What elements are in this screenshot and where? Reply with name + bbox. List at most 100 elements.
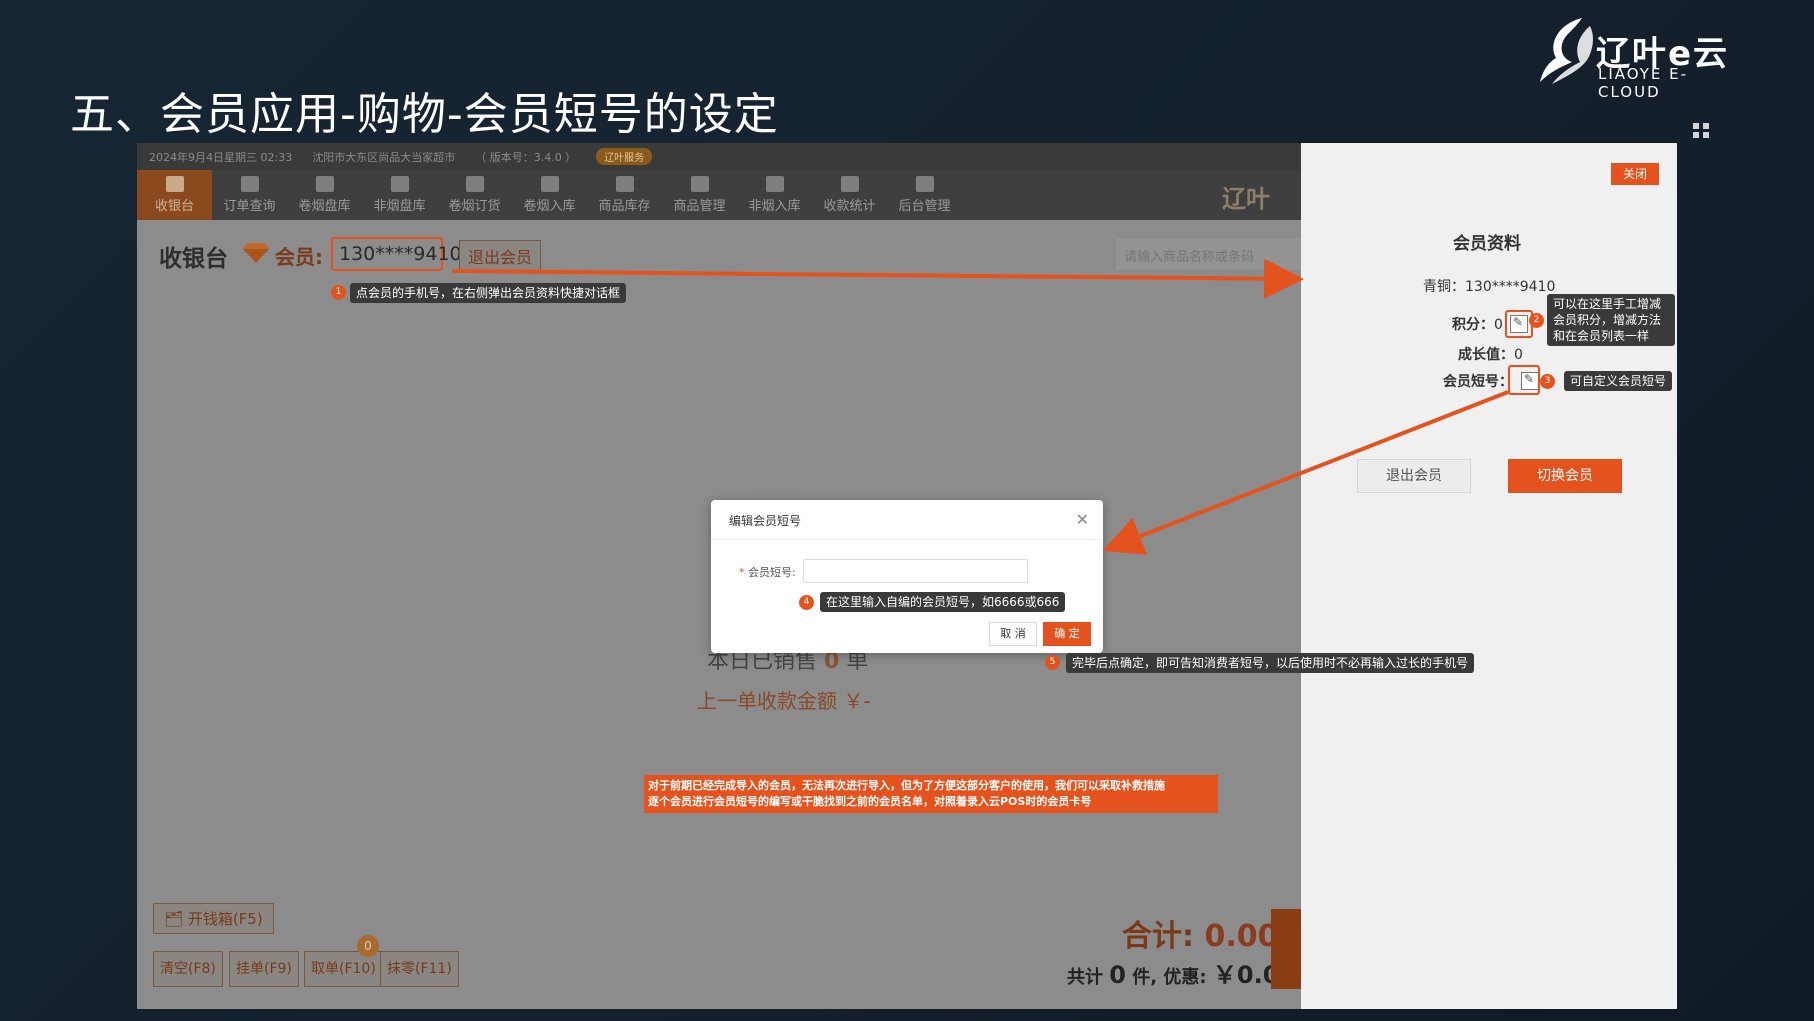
points-value: 0	[1494, 317, 1503, 333]
clear-button[interactable]: 清空(F8)	[153, 951, 223, 987]
main-nav: 收银台 订单查询 卷烟盘库 非烟盘库 卷烟订货 卷烟入库 商品库存 商品管理 非烟入库 收款统计 后…	[137, 170, 1301, 220]
remedy-note: 对于前期已经完成导入的会员，无法再次进行导入，但为了方便这部分客户的使用，我们可…	[644, 775, 1218, 813]
pie-icon	[840, 176, 859, 192]
nav-item-5[interactable]: 卷烟入库	[512, 170, 587, 220]
status-version: （ 版本号：3.4.0 ）	[475, 150, 577, 164]
home-icon	[540, 176, 559, 192]
checkout-button[interactable]	[1271, 909, 1301, 989]
remedy-note-line-1: 对于前期已经完成导入的会员，无法再次进行导入，但为了方便这部分客户的使用，我们可…	[648, 779, 1165, 792]
annotation-number-2: 2	[1529, 313, 1544, 328]
total-amount: 合计: 0.00	[1122, 911, 1278, 955]
dialog-close-icon[interactable]: ✕	[1076, 510, 1089, 529]
house-icon	[765, 176, 784, 192]
hold-order-button[interactable]: 挂单(F9)	[229, 951, 299, 987]
total-value: 0.00	[1204, 919, 1279, 954]
slide-title: 五、会员应用-购物-会员短号的设定	[70, 89, 779, 140]
short-number-input[interactable]	[803, 559, 1028, 583]
nav-item-label: 非烟入库	[748, 199, 801, 214]
logout-member-button[interactable]: 退出会员	[459, 240, 542, 272]
leaf-logo-icon	[1540, 18, 1593, 84]
edit-icon	[465, 176, 484, 192]
highlight-short-number-edit	[1508, 365, 1540, 395]
store-icon	[390, 176, 409, 192]
round-off-button[interactable]: 抹零(F11)	[380, 951, 459, 987]
nav-item-label: 收银台	[154, 199, 194, 214]
dialog-title: 编辑会员短号	[711, 500, 1103, 540]
nav-item-label: 商品管理	[673, 199, 726, 214]
edit-short-number-dialog: 编辑会员短号 ✕ * 会员短号: 取 消 确 定	[711, 500, 1103, 653]
annotation-tip-5: 完毕后点确定，即可告知消费者短号，以后使用时不必再输入过长的手机号	[1066, 653, 1475, 673]
nav-item-3[interactable]: 非烟盘库	[362, 170, 437, 220]
pending-count-badge: 0	[357, 935, 379, 957]
status-store: 沈阳市大东区尚品大当家超市	[312, 150, 456, 164]
open-cash-drawer-button[interactable]: 🗂 开钱箱(F5)	[153, 903, 274, 934]
brand-name-en: LIAOYE E-CLOUD	[1598, 65, 1689, 101]
count-value: 0	[1109, 961, 1126, 989]
short-number-field-label: * 会员短号:	[739, 564, 796, 580]
status-datetime: 2024年9月4日星期三 02:33	[149, 150, 293, 164]
growth-value: 0	[1514, 347, 1523, 363]
count-prefix: 共计	[1067, 967, 1103, 988]
cashier-icon	[165, 176, 184, 192]
box-icon	[315, 176, 334, 192]
product-search-input[interactable]: 请输入商品名称或条码	[1115, 237, 1301, 271]
switch-member-button[interactable]: 切换会员	[1508, 459, 1622, 493]
nav-logo: 辽叶	[1222, 185, 1270, 213]
drawer-close-button[interactable]: 关闭	[1611, 163, 1659, 185]
annotation-tip-2: 可以在这里手工增减会员积分，增减方法和在会员列表一样	[1547, 294, 1675, 346]
nav-item-label: 收款统计	[823, 199, 876, 214]
short-number-row: 会员短号：	[1443, 371, 1513, 391]
bag-icon	[690, 176, 709, 192]
nav-item-label: 订单查询	[223, 199, 276, 214]
status-badge[interactable]: 辽叶服务	[596, 148, 653, 165]
annotation-tip-4: 在这里输入自编的会员短号，如6666或666	[820, 592, 1066, 612]
nav-item-8[interactable]: 非烟入库	[737, 170, 812, 220]
nav-item-4[interactable]: 卷烟订货	[437, 170, 512, 220]
required-mark: *	[739, 566, 745, 579]
member-phone-link[interactable]: 130****9410	[331, 237, 462, 271]
nav-item-1[interactable]: 订单查询	[212, 170, 287, 220]
last-order-amount: 上一单收款金额 ￥-	[697, 689, 871, 713]
highlight-points-edit	[1505, 310, 1533, 338]
nav-item-label: 卷烟盘库	[298, 199, 351, 214]
dialog-cancel-button[interactable]: 取 消	[989, 622, 1037, 646]
nav-item-label: 商品库存	[598, 199, 651, 214]
member-level-line: 青铜：130****9410	[1423, 279, 1556, 295]
annotation-number-1: 1	[331, 285, 346, 300]
order-icon	[240, 176, 259, 192]
grid-icon	[1693, 123, 1711, 139]
annotation-number-5: 5	[1045, 655, 1060, 670]
brand-logo: 辽叶e云 LIAOYE E-CLOUD	[1538, 14, 1738, 101]
annotation-tip-3: 可自定义会员短号	[1564, 371, 1673, 391]
annotation-number-3: 3	[1540, 374, 1555, 389]
nav-item-9[interactable]: 收款统计	[812, 170, 887, 220]
drawer-title: 会员资料	[1453, 234, 1521, 254]
nav-item-6[interactable]: 商品库存	[587, 170, 662, 220]
total-summary: 共计 0 件, 优惠: ￥0.00	[1067, 955, 1296, 990]
drawer-logout-button[interactable]: 退出会员	[1357, 459, 1471, 493]
diamond-icon	[243, 243, 269, 263]
nav-item-label: 后台管理	[898, 199, 951, 214]
growth-label: 成长值：	[1458, 347, 1514, 363]
growth-row: 成长值：0	[1458, 344, 1523, 364]
remedy-note-line-2: 逐个会员进行会员短号的编写或干脆找到之前的会员名单，对照着录入云POS时的会员卡…	[648, 795, 1092, 808]
count-unit: 件,	[1132, 967, 1158, 988]
points-row: 积分：0	[1452, 314, 1503, 334]
field-label-text: 会员短号:	[748, 566, 796, 579]
dialog-confirm-button[interactable]: 确 定	[1043, 622, 1091, 646]
nav-item-2[interactable]: 卷烟盘库	[287, 170, 362, 220]
status-bar: 2024年9月4日星期三 02:33 沈阳市大东区尚品大当家超市 （ 版本号：3…	[137, 143, 1301, 170]
member-label: 会员:	[275, 245, 323, 269]
annotation-tip-1: 点会员的手机号，在右侧弹出会员资料快捷对话框	[350, 283, 627, 303]
gear-icon	[915, 176, 934, 192]
page-title: 收银台	[159, 246, 228, 272]
nav-item-label: 卷烟订货	[448, 199, 501, 214]
member-info-drawer: 关闭 会员资料 青铜：130****9410 积分：0 成长值：0 会员短号： …	[1301, 143, 1677, 1009]
nav-item-7[interactable]: 商品管理	[662, 170, 737, 220]
short-number-label: 会员短号：	[1443, 374, 1513, 390]
total-label: 合计:	[1122, 919, 1194, 954]
nav-item-0[interactable]: 收银台	[137, 170, 212, 220]
nav-item-10[interactable]: 后台管理	[887, 170, 962, 220]
points-label: 积分：	[1452, 317, 1494, 333]
discount-label: 优惠:	[1163, 967, 1207, 988]
